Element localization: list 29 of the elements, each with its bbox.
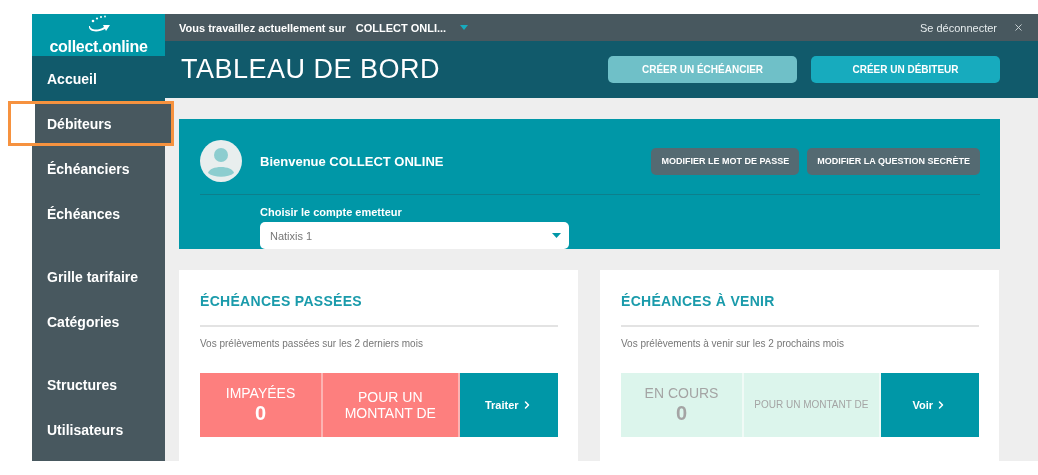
logo[interactable]: collect.online (32, 14, 165, 56)
welcome-message: Bienvenue COLLECT ONLINE (260, 153, 445, 169)
settings-button[interactable]: MODIFIER LA QUESTION SECRÈTE (807, 147, 980, 175)
account-selector[interactable]: COLLECT ONLI... (355, 21, 447, 34)
account-select[interactable]: Natixis 1 (260, 222, 569, 249)
card-title: ÉCHÉANCES À VENIR (621, 293, 776, 309)
amount-label: POUR UN MONTANT DE (754, 399, 869, 411)
action-button[interactable]: Traiter (459, 373, 558, 437)
field-label: Choisir le compte emetteur (260, 206, 403, 218)
sidebar-item[interactable]: Accueil (32, 56, 165, 101)
amount-label: POUR UN MONTANT DE (343, 388, 437, 422)
sidebar-item[interactable]: Débiteurs (8, 101, 174, 146)
caret-icon (552, 233, 561, 238)
working-on-label: Vous travaillez actuellement sur (179, 21, 346, 34)
settings-button[interactable]: MODIFIER LE MOT DE PASSE (651, 147, 800, 175)
logo-text: collect.online (49, 38, 148, 56)
caret-icon[interactable] (460, 25, 469, 30)
status-count: 0 (254, 401, 267, 425)
card-subtitle: Vos prélèvements à venir sur les 2 prochains mois (621, 338, 845, 349)
card-subtitle: Vos prélèvements passées sur les 2 derniers mois (200, 338, 424, 349)
status-label: IMPAYÉES (225, 385, 296, 402)
status-label: EN COURS (644, 385, 719, 402)
status-count: 0 (675, 401, 688, 425)
close-icon[interactable] (1013, 22, 1024, 33)
card-title: ÉCHÉANCES PASSÉES (200, 293, 363, 309)
avatar-icon (200, 140, 242, 182)
action-button[interactable]: Voir (880, 373, 979, 437)
logout-link[interactable]: Se déconnecter (919, 21, 997, 34)
page-title: TABLEAU DE BORD (181, 54, 442, 85)
